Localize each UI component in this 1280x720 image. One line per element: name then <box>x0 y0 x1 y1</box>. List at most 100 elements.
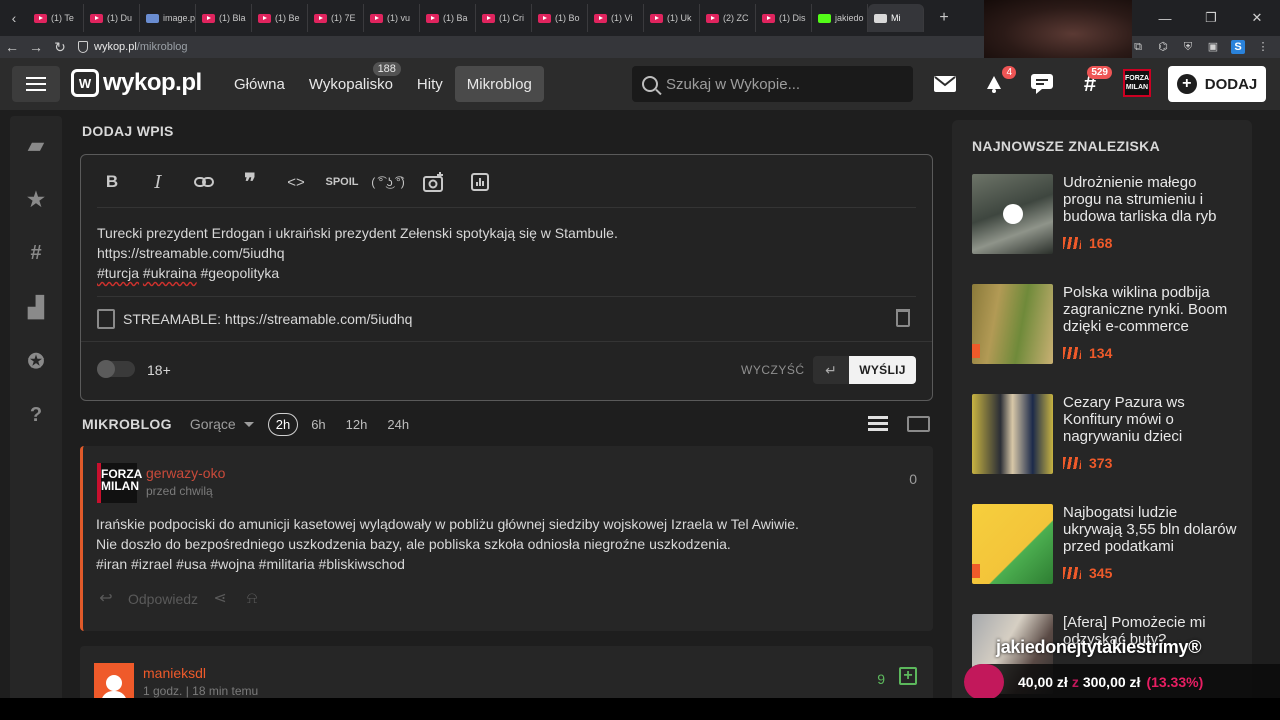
period-24h[interactable]: 24h <box>380 414 416 435</box>
close-icon[interactable]: ✕ <box>1234 10 1280 26</box>
avatar[interactable] <box>94 663 134 698</box>
notification-bell-icon[interactable]: ⍾ <box>242 591 262 607</box>
browser-tab[interactable]: (1) Ba <box>420 4 476 32</box>
code-icon[interactable]: <> <box>273 165 319 199</box>
add-photo-icon[interactable] <box>411 165 457 199</box>
hamburger-menu-icon[interactable] <box>12 66 60 102</box>
forward-arrow-icon[interactable]: → <box>24 39 48 55</box>
browser-tab[interactable]: (1) Vi <box>588 4 644 32</box>
send-button[interactable]: WYŚLIJ <box>849 356 916 384</box>
compose-textarea[interactable]: Turecki prezydent Erdogan i ukraiński pr… <box>97 223 917 283</box>
browser-tab[interactable]: (1) Cri <box>476 4 532 32</box>
avatar[interactable]: FORZA MILAN <box>97 463 142 503</box>
browser-tab[interactable]: (1) Dis <box>756 4 812 32</box>
url-field[interactable]: wykop.pl/mikroblog <box>78 41 188 53</box>
extension-icon[interactable]: ▣ <box>1206 40 1220 54</box>
wykop-home-icon[interactable]: ▰ <box>10 120 62 170</box>
italic-button[interactable]: I <box>135 165 181 199</box>
notifications-bell-icon[interactable]: 4 <box>982 66 1016 96</box>
extension-puzzle-icon[interactable]: ⧉ <box>1131 40 1145 54</box>
post-tags[interactable]: #iran #izrael #usa #wojna #militaria #bl… <box>96 554 906 574</box>
wykop-logo[interactable]: W wykop.pl <box>71 69 202 97</box>
media-view-icon[interactable] <box>907 416 930 432</box>
reply-arrow-icon[interactable]: ↩ <box>96 591 116 607</box>
add-button[interactable]: + DODAJ <box>1168 66 1266 102</box>
link-title[interactable]: Najbogatsi ludzie ukrywają 3,55 bln dola… <box>1063 504 1238 555</box>
quote-icon[interactable]: ❞ <box>227 165 273 199</box>
new-tab-plus-icon[interactable]: + <box>932 9 956 27</box>
s-extension-icon[interactable]: S <box>1231 40 1245 54</box>
extension-icon[interactable]: ⛨ <box>1181 40 1195 54</box>
link-thumbnail[interactable] <box>972 504 1053 584</box>
link-thumbnail[interactable] <box>972 284 1053 364</box>
browser-tab[interactable]: (1) Du <box>84 4 140 32</box>
browser-tab[interactable]: (1) Be <box>252 4 308 32</box>
browser-tab[interactable]: (1) Uk <box>644 4 700 32</box>
badge-medal-icon[interactable]: ✪ <box>10 336 62 386</box>
author-link[interactable]: manieksdl <box>143 665 206 681</box>
browser-tab[interactable]: (1) Bo <box>532 4 588 32</box>
link-title[interactable]: Polska wiklina podbija zagraniczne rynki… <box>1063 284 1238 335</box>
period-2h[interactable]: 2h <box>267 412 299 436</box>
reload-icon[interactable]: ↻ <box>48 39 72 56</box>
extension-icon[interactable]: ⌬ <box>1156 40 1170 54</box>
minimize-icon[interactable]: — <box>1142 11 1188 26</box>
nav-link-wykopalisko[interactable]: Wykopalisko 188 <box>297 62 405 102</box>
link-title[interactable]: Udrożnienie małego progu na strumieniu i… <box>1063 174 1238 225</box>
browser-tab[interactable]: (1) Bla <box>196 4 252 32</box>
link-icon[interactable] <box>181 165 227 199</box>
site-info-icon[interactable] <box>78 41 88 53</box>
nav-link-mikroblog[interactable]: Mikroblog <box>454 66 544 102</box>
poll-chart-icon[interactable] <box>457 165 503 199</box>
link-thumbnail[interactable] <box>972 174 1053 254</box>
browser-tab[interactable]: (1) Te <box>28 4 84 32</box>
bold-button[interactable]: B <box>89 165 135 199</box>
sort-dropdown[interactable]: Gorące <box>190 416 254 432</box>
tab-search-chevron-icon[interactable]: ‹ <box>0 10 28 26</box>
browser-tab[interactable]: image.png <box>140 4 196 32</box>
clear-button[interactable]: WYCZYŚĆ <box>741 363 805 377</box>
lenny-face-button[interactable]: ( ͡° ͜ʖ ͡°) <box>365 165 411 199</box>
enter-return-icon[interactable]: ↵ <box>813 356 849 384</box>
star-icon[interactable]: ★ <box>10 174 62 224</box>
ranking-podium-icon[interactable]: ▟ <box>10 282 62 332</box>
browser-tab[interactable]: jakiedo <box>812 4 868 32</box>
link-item[interactable]: Udrożnienie małego progu na strumieniu i… <box>972 174 1242 256</box>
help-question-icon[interactable]: ? <box>10 390 62 440</box>
menu-dots-icon[interactable]: ⋮ <box>1256 40 1270 54</box>
share-icon[interactable]: ⋖ <box>210 591 230 607</box>
list-view-icon[interactable] <box>868 416 888 432</box>
author-link[interactable]: gerwazy-oko <box>146 465 225 481</box>
browser-tab[interactable]: (1) 7E <box>308 4 364 32</box>
post-actions: ↩ Odpowiedz ⋖ ⍾ <box>96 591 262 608</box>
tags-hash-icon[interactable]: # 529 <box>1078 66 1112 96</box>
browser-tab[interactable]: (2) ZC <box>700 4 756 32</box>
link-item[interactable]: Cezary Pazura ws Konfitury mówi o nagryw… <box>972 394 1242 476</box>
add-button-label: DODAJ <box>1204 75 1258 93</box>
chat-bubble-icon[interactable] <box>1030 72 1054 96</box>
maximize-icon[interactable]: ❐ <box>1188 10 1234 26</box>
nav-link-glowna[interactable]: Główna <box>222 66 297 102</box>
nav-link-hity[interactable]: Hity <box>405 66 455 102</box>
messages-envelope-icon[interactable] <box>933 72 957 96</box>
plus-vote-icon[interactable]: + <box>899 667 917 685</box>
donation-goal-overlay: 40,00 zł z 300,00 zł (13.33%) <box>964 664 1280 700</box>
wykop-page: W wykop.pl Główna Wykopalisko 188 Hity Mi… <box>0 58 1280 698</box>
period-12h[interactable]: 12h <box>339 414 375 435</box>
hash-tags-icon[interactable]: # <box>10 228 62 278</box>
adult-toggle[interactable] <box>97 360 135 378</box>
spoiler-button[interactable]: SPOIL <box>319 165 365 199</box>
link-title[interactable]: Cezary Pazura ws Konfitury mówi o nagryw… <box>1063 394 1238 445</box>
reply-button[interactable]: Odpowiedz <box>128 591 198 607</box>
trash-icon[interactable] <box>896 309 910 327</box>
link-item[interactable]: Polska wiklina podbija zagraniczne rynki… <box>972 284 1242 366</box>
user-avatar[interactable]: FORZA MILAN <box>1123 69 1151 97</box>
period-6h[interactable]: 6h <box>304 414 332 435</box>
browser-tab[interactable]: (1) vu <box>364 4 420 32</box>
link-thumbnail[interactable] <box>972 394 1053 474</box>
back-arrow-icon[interactable]: ← <box>0 39 24 55</box>
browser-tab-active[interactable]: Mi <box>868 4 924 32</box>
search-input[interactable]: Szukaj w Wykopie... <box>632 66 913 102</box>
link-item[interactable]: Najbogatsi ludzie ukrywają 3,55 bln dola… <box>972 504 1242 586</box>
compose-tag: #geopolityka <box>200 265 280 281</box>
